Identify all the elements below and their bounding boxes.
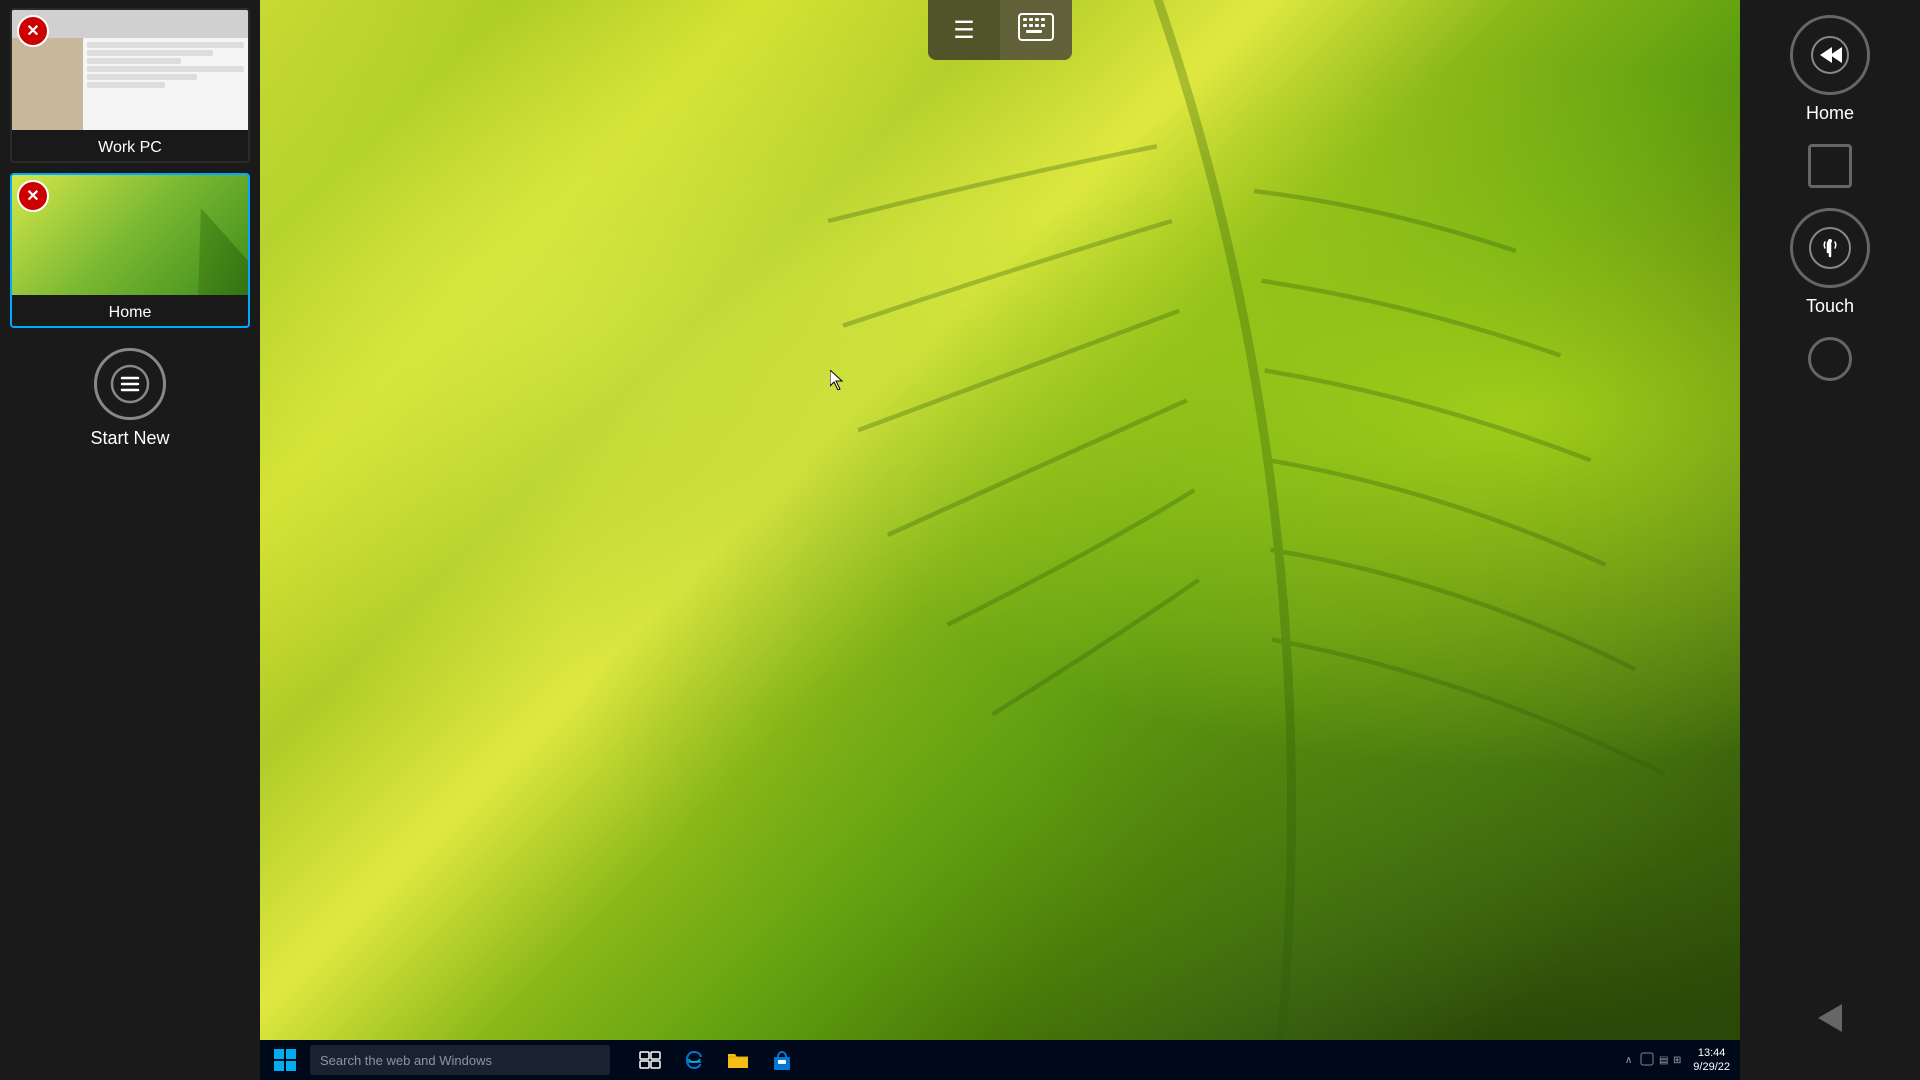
home-nav-icon	[1790, 15, 1870, 95]
taskbar-search[interactable]: Search the web and Windows	[310, 1045, 610, 1075]
home-label: Home	[12, 295, 248, 328]
close-home-button[interactable]: ✕	[17, 180, 49, 212]
taskbar-date-text: 9/29/22	[1693, 1060, 1730, 1074]
back-nav-button[interactable]	[1808, 996, 1852, 1040]
taskbar-clock: 13:44 9/29/22	[1693, 1046, 1730, 1075]
leaf-background	[260, 0, 1740, 1040]
taskbar-search-text: Search the web and Windows	[320, 1053, 492, 1068]
home-nav-button[interactable]: Home	[1790, 15, 1870, 124]
start-new-label: Start New	[90, 428, 169, 449]
file-explorer-button[interactable]	[718, 1040, 758, 1080]
top-toolbar: ☰	[928, 0, 1072, 60]
home-nav-label: Home	[1806, 103, 1854, 124]
edge-button[interactable]	[674, 1040, 714, 1080]
circle-nav-button[interactable]	[1808, 337, 1852, 381]
session-home[interactable]: ✕ Home	[10, 173, 250, 328]
touch-nav-label: Touch	[1806, 296, 1854, 317]
touch-nav-icon	[1790, 208, 1870, 288]
taskbar-right: ∧ ▤ ⊞ 13:44 9/29/22	[1625, 1046, 1740, 1075]
svg-text:⊞: ⊞	[1673, 1055, 1681, 1066]
task-view-button[interactable]	[630, 1040, 670, 1080]
system-tray-icons: ∧ ▤ ⊞	[1625, 1049, 1685, 1072]
start-new-button[interactable]: Start New	[90, 348, 169, 449]
keyboard-icon	[1018, 13, 1054, 48]
main-content: ☰	[260, 0, 1740, 1080]
keyboard-button[interactable]	[1000, 0, 1072, 60]
start-new-icon	[94, 348, 166, 420]
svg-text:∧: ∧	[1625, 1055, 1632, 1066]
svg-text:▤: ▤	[1659, 1055, 1668, 1066]
left-sidebar: ✕ Work PC ✕	[0, 0, 260, 1080]
session-work-pc[interactable]: ✕ Work PC	[10, 8, 250, 163]
menu-button[interactable]: ☰	[928, 0, 1000, 60]
work-pc-label: Work PC	[12, 130, 248, 163]
menu-icon: ☰	[953, 16, 975, 45]
taskbar-apps	[630, 1040, 802, 1080]
right-sidebar: Home Touch	[1740, 0, 1920, 1080]
close-work-pc-button[interactable]: ✕	[17, 15, 49, 47]
desktop-background	[260, 0, 1740, 1040]
start-menu-button[interactable]	[260, 1040, 310, 1080]
store-button[interactable]	[762, 1040, 802, 1080]
taskbar-time-text: 13:44	[1698, 1046, 1726, 1060]
touch-nav-button[interactable]: Touch	[1790, 208, 1870, 317]
taskbar: Search the web and Windows	[260, 1040, 1740, 1080]
square-nav-button[interactable]	[1808, 144, 1852, 188]
